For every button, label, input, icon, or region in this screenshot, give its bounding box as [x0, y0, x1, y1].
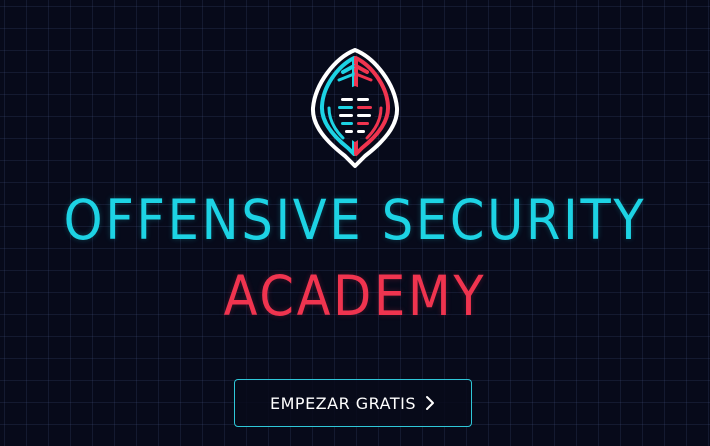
- chevron-right-icon: [426, 396, 434, 410]
- page-title-line2: ACADEMY: [223, 264, 487, 328]
- start-free-button-label: EMPEZAR GRATIS: [270, 393, 416, 413]
- hero-section: OFFENSIVE SECURITY ACADEMY EMPEZAR GRATI…: [0, 0, 710, 446]
- page-title-line1: OFFENSIVE SECURITY: [63, 188, 647, 252]
- start-free-button[interactable]: EMPEZAR GRATIS: [234, 379, 472, 427]
- hooded-hacker-icon: [310, 48, 400, 168]
